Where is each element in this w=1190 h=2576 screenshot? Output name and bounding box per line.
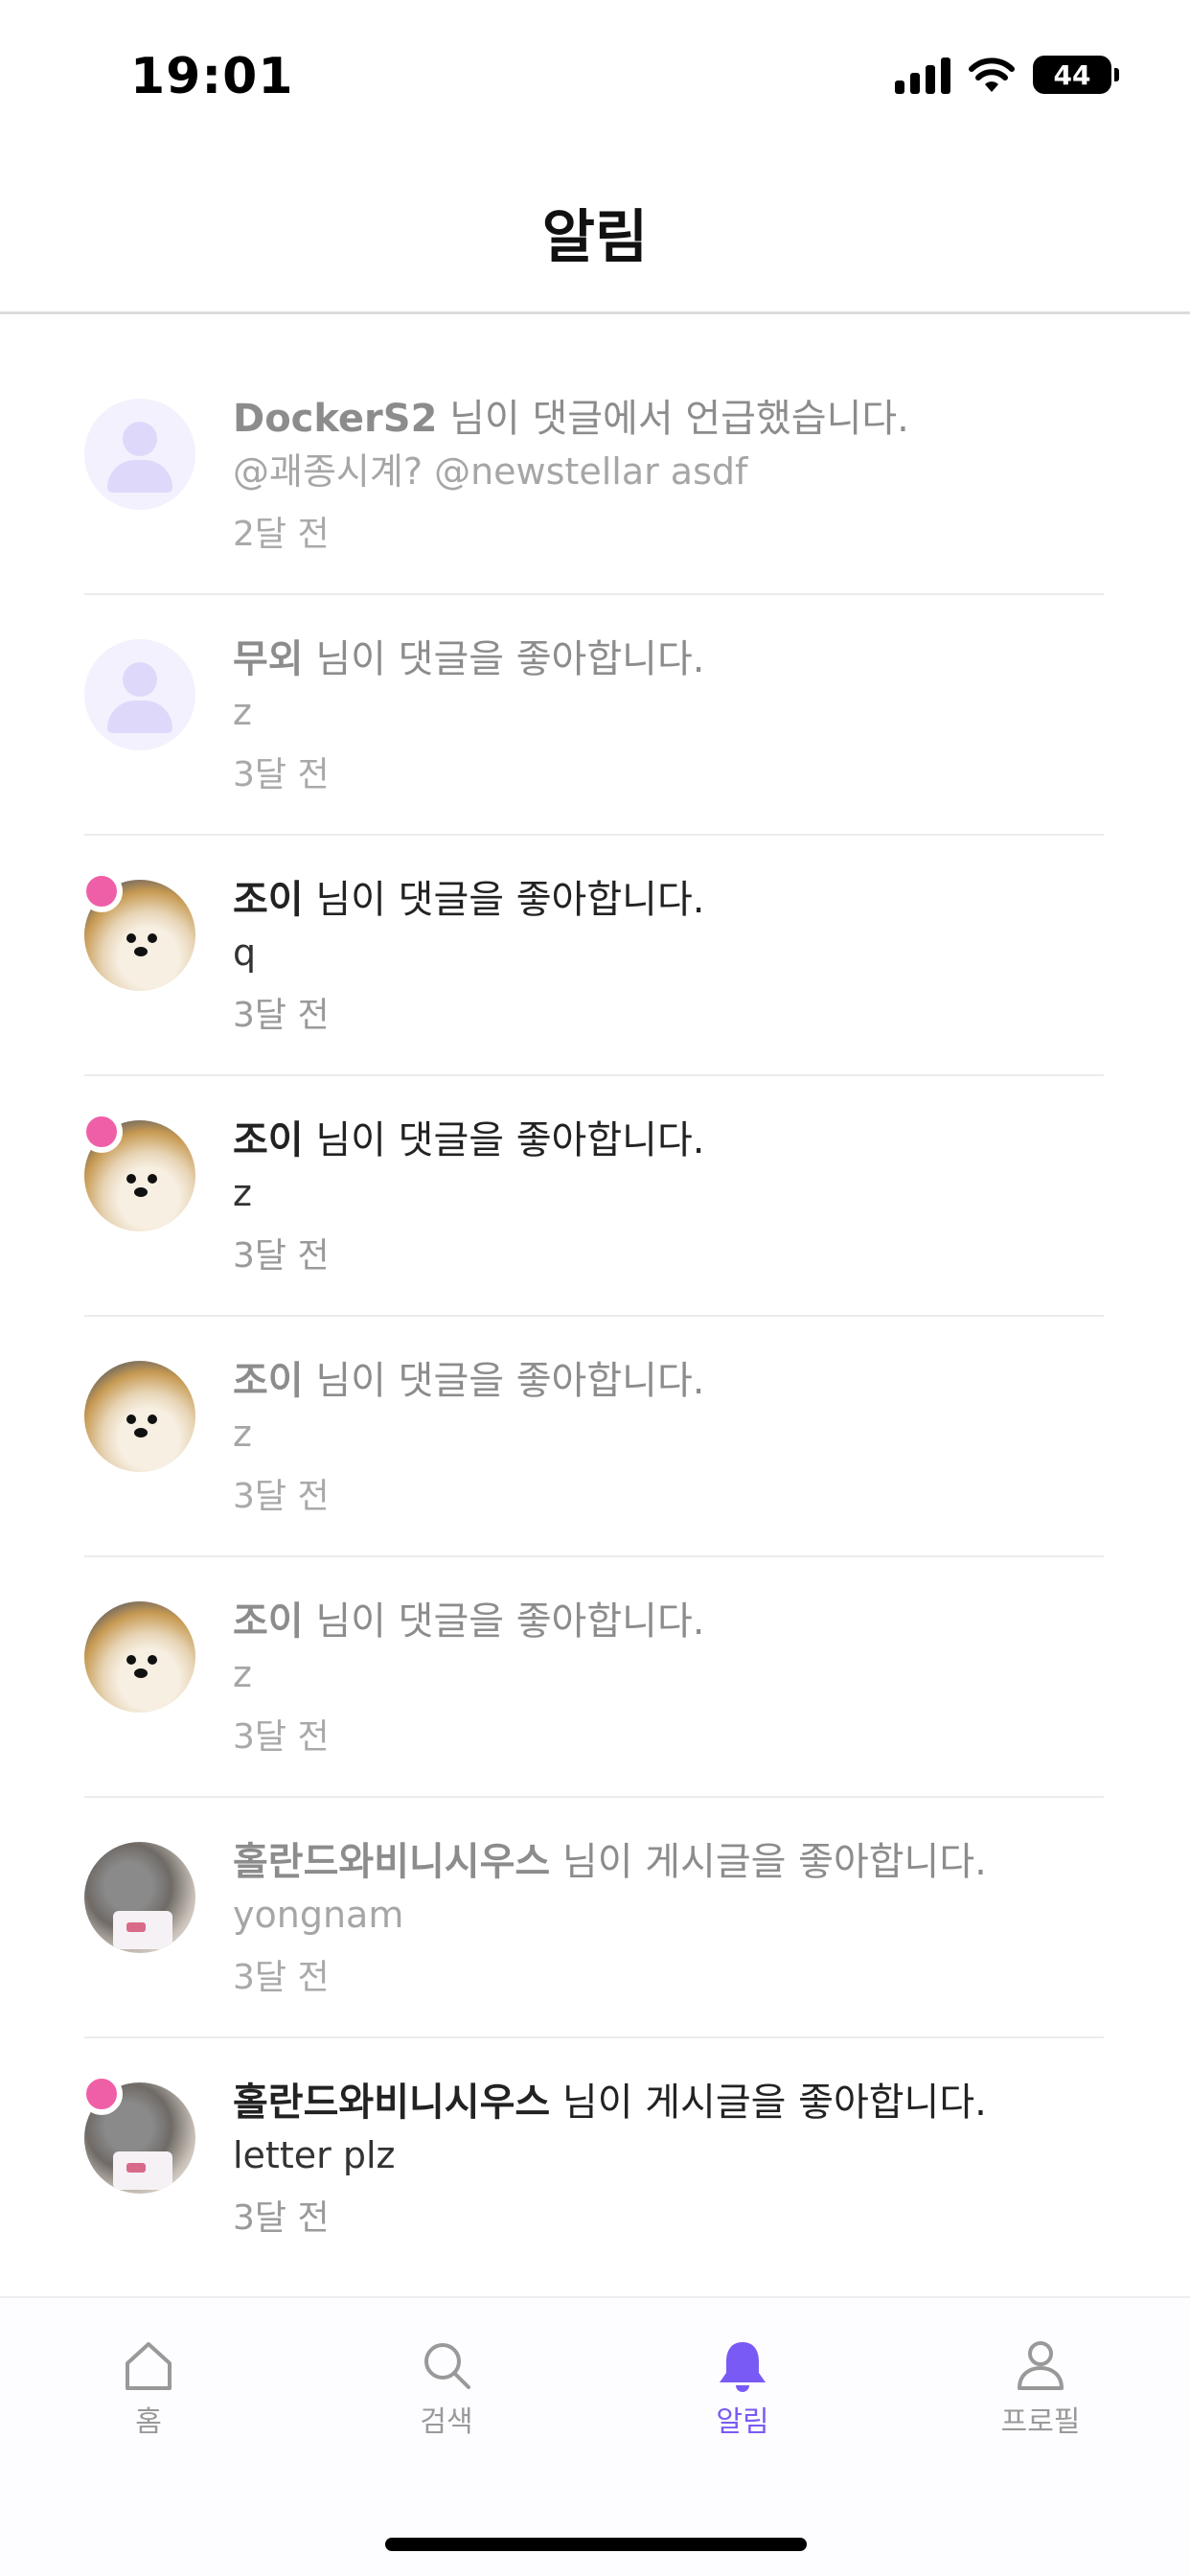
notification-item[interactable]: DockerS2 님이 댓글에서 언급했습니다. @괘종시계? @newstel… — [84, 355, 1104, 595]
notification-time: 3달 전 — [233, 1717, 330, 1757]
notification-item[interactable]: 조이 님이 댓글을 좋아합니다. z 3달 전 — [84, 1317, 1104, 1557]
unread-dot — [80, 870, 123, 912]
avatar — [84, 1601, 195, 1713]
tab-home[interactable]: 홈 — [72, 2336, 225, 2440]
avatar — [84, 1361, 195, 1472]
user-name: 홀란드와비니시우스 — [233, 1840, 551, 1884]
notification-time: 3달 전 — [233, 1477, 330, 1516]
notification-preview: @괘종시계? @newstellar asdf — [233, 450, 748, 493]
status-icons: 44 — [895, 56, 1119, 94]
notification-action: 님이 댓글을 좋아합니다. — [303, 637, 705, 681]
notification-time: 3달 전 — [233, 996, 330, 1035]
notification-item[interactable]: 조이 님이 댓글을 좋아합니다. q 3달 전 — [80, 836, 1104, 1076]
tab-label: 홈 — [135, 2405, 162, 2439]
search-icon — [424, 2343, 470, 2389]
user-name: 홀란드와비니시우스 — [233, 2081, 551, 2125]
battery-icon: 44 — [1033, 56, 1119, 94]
user-name: 조이 — [233, 878, 304, 922]
user-name: 조이 — [233, 1359, 304, 1403]
notification-item[interactable]: 홀란드와비니시우스 님이 게시글을 좋아합니다. letter plz 3달 전 — [80, 2038, 1104, 2279]
user-name: DockerS2 — [233, 397, 438, 441]
header: 알림 — [0, 153, 1190, 314]
user-name: 조이 — [233, 1118, 304, 1162]
home-icon — [126, 2342, 172, 2390]
notification-list: DockerS2 님이 댓글에서 언급했습니다. @괘종시계? @newstel… — [80, 355, 1104, 2279]
bell-icon — [720, 2342, 766, 2392]
notification-time: 3달 전 — [233, 1236, 330, 1276]
notification-item[interactable]: 조이 님이 댓글을 좋아합니다. z 3달 전 — [84, 1557, 1104, 1798]
unread-dot — [80, 1111, 123, 1153]
default-avatar-icon — [84, 639, 195, 750]
notification-item[interactable]: 조이 님이 댓글을 좋아합니다. z 3달 전 — [80, 1076, 1104, 1317]
avatar — [84, 1842, 195, 1953]
notification-action: 님이 댓글을 좋아합니다. — [303, 878, 705, 922]
tab-bar: 홈 검색 알림 프로필 — [0, 2296, 1190, 2576]
user-name: 무외 — [233, 637, 304, 681]
status-time: 19:01 — [130, 48, 294, 105]
cellular-signal-icon — [895, 56, 950, 94]
notification-action: 님이 댓글을 좋아합니다. — [303, 1599, 705, 1644]
page-title: 알림 — [541, 204, 649, 271]
notification-item[interactable]: 무외 님이 댓글을 좋아합니다. z 3달 전 — [84, 595, 1104, 836]
notification-preview: z — [233, 691, 252, 733]
home-indicator[interactable] — [385, 2538, 807, 2551]
notification-time: 3달 전 — [233, 755, 330, 794]
status-bar: 19:01 44 — [0, 0, 1190, 153]
notification-preview: letter plz — [233, 2134, 396, 2176]
tab-search[interactable]: 검색 — [370, 2336, 523, 2440]
tab-notifications[interactable]: 알림 — [666, 2336, 819, 2440]
notification-preview: z — [233, 1653, 252, 1695]
notification-action: 님이 게시글을 좋아합니다. — [550, 1840, 987, 1884]
notification-preview: q — [233, 932, 257, 974]
person-icon — [1018, 2341, 1064, 2390]
notification-action: 님이 댓글을 좋아합니다. — [303, 1118, 705, 1162]
tab-label: 프로필 — [1000, 2405, 1081, 2439]
notification-action: 님이 게시글을 좋아합니다. — [550, 2081, 987, 2125]
user-name: 조이 — [233, 1599, 304, 1644]
notification-item[interactable]: 홀란드와비니시우스 님이 게시글을 좋아합니다. yongnam 3달 전 — [84, 1798, 1104, 2038]
notification-time: 2달 전 — [233, 515, 330, 554]
notification-preview: yongnam — [233, 1894, 404, 1936]
tab-profile[interactable]: 프로필 — [964, 2336, 1117, 2440]
notification-time: 3달 전 — [233, 1958, 330, 1997]
tab-label: 검색 — [420, 2405, 473, 2439]
notification-preview: z — [233, 1172, 252, 1214]
wifi-icon — [969, 58, 1015, 92]
notification-action: 님이 댓글을 좋아합니다. — [303, 1359, 705, 1403]
tab-label: 알림 — [716, 2405, 769, 2439]
default-avatar-icon — [84, 399, 195, 510]
notification-action: 님이 댓글에서 언급했습니다. — [437, 397, 909, 441]
unread-dot — [80, 2073, 123, 2115]
notification-time: 3달 전 — [233, 2198, 330, 2238]
notification-preview: z — [233, 1413, 252, 1455]
